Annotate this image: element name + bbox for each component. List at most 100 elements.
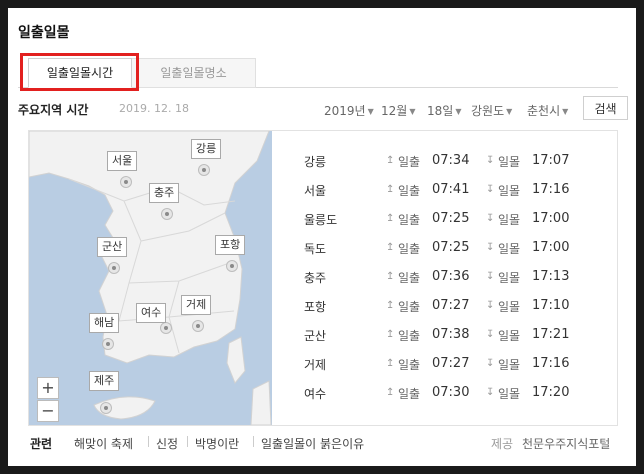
sunset-time: 17:13 — [532, 269, 570, 284]
sunrise-icon: ↥ — [386, 329, 395, 340]
province-select[interactable]: 강원도 ▼ — [471, 102, 512, 119]
sunrise-icon: ↥ — [386, 271, 395, 282]
pin-marker[interactable] — [121, 177, 131, 187]
search-button[interactable]: 검색 — [583, 96, 628, 120]
sunset-label: 일몰 — [498, 387, 521, 401]
chevron-down-icon: ▼ — [506, 107, 513, 116]
map-label-jeju[interactable]: 제주 — [89, 371, 120, 391]
month-select[interactable]: 12월 ▼ — [381, 102, 415, 119]
city-select[interactable]: 춘천시 ▼ — [527, 102, 568, 119]
sunset-icon: ↧ — [486, 213, 495, 224]
list-item: 서울 ↥ 일출 07:41 ↧ 일몰 17:16 — [304, 178, 604, 207]
sunrise-time: 07:27 — [432, 298, 470, 313]
sunset-label: 일몰 — [498, 242, 521, 256]
provider-label: 제공 — [491, 437, 514, 451]
city-name: 강릉 — [304, 155, 327, 169]
sunset-icon: ↧ — [486, 242, 495, 253]
sunset-icon: ↧ — [486, 271, 495, 282]
divider — [253, 436, 254, 447]
city-name: 충주 — [304, 271, 327, 285]
pin-marker[interactable] — [199, 165, 209, 175]
chevron-down-icon: ▼ — [409, 107, 416, 116]
sunrise-icon: ↥ — [386, 358, 395, 369]
map-label-seoul[interactable]: 서울 — [107, 151, 138, 171]
list-item: 포항 ↥ 일출 07:27 ↧ 일몰 17:10 — [304, 294, 604, 323]
pin-marker[interactable] — [109, 263, 119, 273]
city-name: 울릉도 — [304, 213, 338, 227]
sunset-icon: ↧ — [486, 184, 495, 195]
sunset-icon: ↧ — [486, 155, 495, 166]
list-item: 강릉 ↥ 일출 07:34 ↧ 일몰 17:07 — [304, 149, 604, 178]
map-label-haenam[interactable]: 해남 — [89, 313, 120, 333]
sunrise-label: 일출 — [398, 155, 421, 169]
divider — [148, 436, 149, 447]
tab-sunrise-sunset-time[interactable]: 일출일몰시간 — [28, 58, 132, 88]
sunset-icon: ↧ — [486, 300, 495, 311]
map-label-pohang[interactable]: 포항 — [215, 235, 246, 255]
sunrise-icon: ↥ — [386, 300, 395, 311]
sunrise-icon: ↥ — [386, 155, 395, 166]
list-item: 독도 ↥ 일출 07:25 ↧ 일몰 17:00 — [304, 236, 604, 265]
related-link[interactable]: 신정 — [156, 435, 178, 452]
map-label-gunsan[interactable]: 군산 — [97, 237, 128, 257]
sunrise-time: 07:25 — [432, 211, 470, 226]
sunrise-label: 일출 — [398, 358, 421, 372]
sunset-label: 일몰 — [498, 155, 521, 169]
sunrise-label: 일출 — [398, 213, 421, 227]
sunrise-label: 일출 — [398, 300, 421, 314]
pin-marker[interactable] — [193, 321, 203, 331]
zoom-out-button[interactable]: − — [37, 400, 59, 422]
map-label-yeosu[interactable]: 여수 — [136, 303, 167, 323]
city-name: 포항 — [304, 300, 327, 314]
chevron-down-icon: ▼ — [367, 107, 374, 116]
related-link[interactable]: 해맞이 축제 — [74, 435, 133, 452]
map-label-chungju[interactable]: 충주 — [149, 183, 180, 203]
pin-marker[interactable] — [101, 403, 111, 413]
sunset-time: 17:00 — [532, 211, 570, 226]
list-item: 군산 ↥ 일출 07:38 ↧ 일몰 17:21 — [304, 323, 604, 352]
tab-bar: 일출일몰시간 일출일몰명소 — [18, 58, 618, 88]
map-label-geoje[interactable]: 거제 — [181, 295, 212, 315]
pin-marker[interactable] — [161, 323, 171, 333]
sunset-label: 일몰 — [498, 358, 521, 372]
korea-map[interactable]: 서울 강릉 충주 군산 포항 여수 거제 해남 제주 + − — [29, 131, 272, 425]
chevron-down-icon: ▼ — [562, 107, 569, 116]
sunset-time: 17:16 — [532, 182, 570, 197]
pin-marker[interactable] — [103, 339, 113, 349]
sunset-time: 17:21 — [532, 327, 570, 342]
footer-bar: 관련 해맞이 축제 신정 박명이란 일출일몰이 붉은이유 제공 천문우주지식포털 — [18, 432, 624, 454]
widget-title: 일출일몰 — [18, 25, 70, 41]
sunset-time: 17:10 — [532, 298, 570, 313]
sunrise-time: 07:38 — [432, 327, 470, 342]
city-name: 독도 — [304, 242, 327, 256]
city-name: 서울 — [304, 184, 327, 198]
city-name: 여수 — [304, 387, 327, 401]
city-name: 거제 — [304, 358, 327, 372]
sunrise-time: 07:27 — [432, 356, 470, 371]
pin-marker[interactable] — [227, 261, 237, 271]
list-item: 여수 ↥ 일출 07:30 ↧ 일몰 17:20 — [304, 381, 604, 410]
day-select[interactable]: 18일 ▼ — [427, 102, 461, 119]
section-label: 주요지역 시간 — [18, 103, 89, 117]
year-select[interactable]: 2019년 ▼ — [324, 102, 374, 119]
year-value: 2019년 — [324, 104, 366, 118]
sunset-label: 일몰 — [498, 329, 521, 343]
pin-marker[interactable] — [162, 209, 172, 219]
tab-sunrise-sunset-spots[interactable]: 일출일몰명소 — [132, 58, 256, 88]
sunset-label: 일몰 — [498, 184, 521, 198]
list-item: 거제 ↥ 일출 07:27 ↧ 일몰 17:16 — [304, 352, 604, 381]
related-link[interactable]: 일출일몰이 붉은이유 — [261, 435, 364, 452]
map-label-gangneung[interactable]: 강릉 — [191, 139, 222, 159]
sunrise-label: 일출 — [398, 184, 421, 198]
sunset-label: 일몰 — [498, 213, 521, 227]
provider-link[interactable]: 천문우주지식포털 — [522, 435, 610, 452]
sunrise-time: 07:36 — [432, 269, 470, 284]
sunset-time: 17:20 — [532, 385, 570, 400]
related-link[interactable]: 박명이란 — [195, 435, 239, 452]
region-filter-bar: 주요지역 시간 2019. 12. 18 2019년 ▼ 12월 ▼ 18일 ▼ 강원… — [18, 96, 628, 122]
city-value: 춘천시 — [527, 104, 561, 118]
zoom-in-button[interactable]: + — [37, 377, 59, 399]
sunset-time: 17:07 — [532, 153, 570, 168]
sunrise-label: 일출 — [398, 387, 421, 401]
related-label: 관련 — [30, 437, 53, 451]
